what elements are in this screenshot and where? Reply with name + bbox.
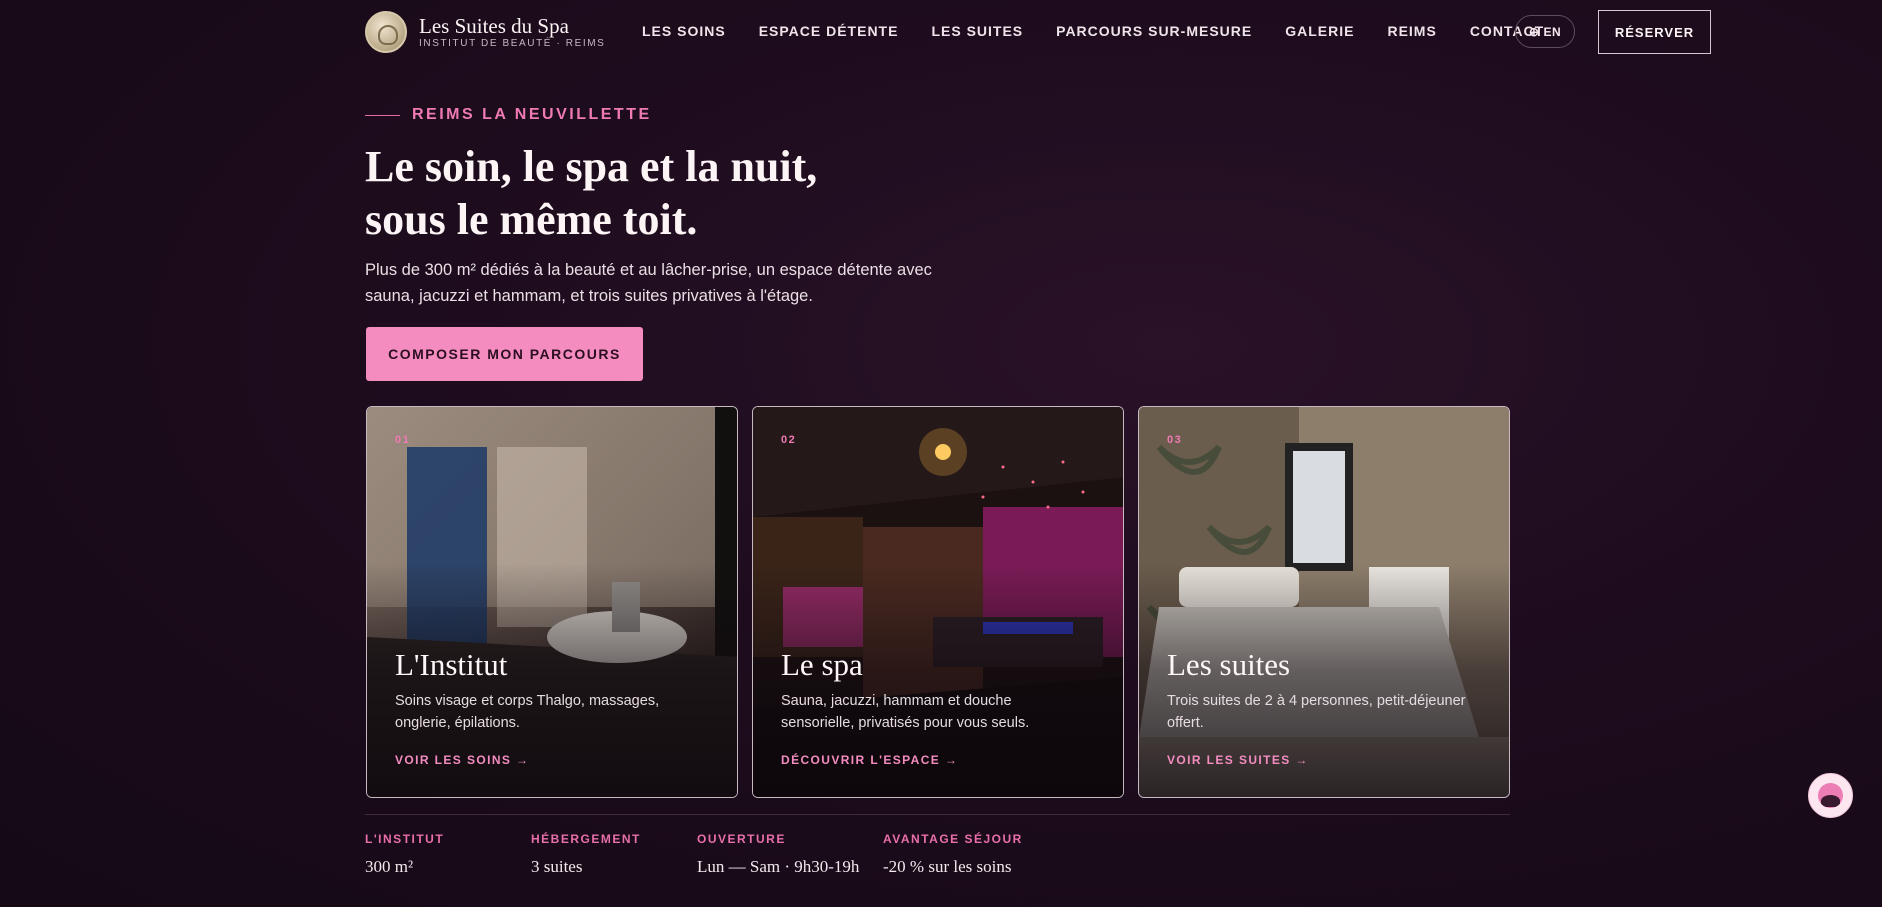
- stat-value: -20 % sur les soins: [883, 857, 1012, 876]
- nav-item-parcours-sur-mesure[interactable]: PARCOURS SUR-MESURE: [1056, 23, 1252, 39]
- eyebrow-line: [365, 114, 400, 116]
- card-description: Trois suites de 2 à 4 personnes, petit-d…: [1167, 693, 1466, 731]
- card-number: 01: [395, 434, 411, 446]
- brand-logo[interactable]: Les Suites du Spa INSTITUT DE BEAUTÉ · R…: [365, 11, 605, 53]
- card-institut[interactable]: 01 L'Institut Soins visage et corps Thal…: [366, 406, 738, 798]
- card-spa[interactable]: 02 Le spa Sauna, jacuzzi, hammam et douc…: [752, 406, 1124, 798]
- eyebrow-text: REIMS LA NEUVILLETTE: [412, 106, 652, 123]
- hero-eyebrow: REIMS LA NEUVILLETTE: [365, 106, 652, 124]
- language-label: EN: [1543, 24, 1562, 39]
- voir-les-soins-link[interactable]: VOIR LES SOINS →: [395, 753, 529, 767]
- reserve-button[interactable]: RÉSERVER: [1598, 10, 1711, 54]
- globe-icon: ⊕: [1528, 24, 1540, 39]
- hero-intro: Plus de 300 m² dédiés à la beauté et au …: [365, 261, 932, 305]
- stat-ouverture: OUVERTURE Lun — Sam · 9h30-19h: [697, 832, 859, 877]
- chat-icon: [1818, 783, 1843, 808]
- card-description: Sauna, jacuzzi, hammam et douche sensori…: [781, 693, 1030, 731]
- stat-label: AVANTAGE SÉJOUR: [883, 832, 1023, 846]
- hero-headline: Le soin, le spa et la nuit, sous le même…: [365, 142, 818, 244]
- card-shade: [1139, 407, 1509, 797]
- card-description: Soins visage et corps Thalgo, massages, …: [395, 693, 660, 731]
- nav-item-galerie[interactable]: GALERIE: [1285, 23, 1354, 39]
- voir-les-suites-link[interactable]: VOIR LES SUITES →: [1167, 753, 1309, 767]
- decouvrir-espace-link[interactable]: DÉCOUVRIR L'ESPACE →: [781, 753, 958, 767]
- top-navigation: Les Suites du Spa INSTITUT DE BEAUTÉ · R…: [0, 0, 1882, 64]
- nav-item-espace-detente[interactable]: ESPACE DÉTENTE: [759, 23, 899, 39]
- brand-title: Les Suites du Spa: [419, 14, 569, 38]
- card-title: Le spa: [781, 647, 863, 682]
- card-number: 02: [781, 434, 797, 446]
- nav-item-les-suites[interactable]: LES SUITES: [931, 23, 1023, 39]
- stat-avantage-sejour: AVANTAGE SÉJOUR -20 % sur les soins: [883, 832, 1023, 877]
- stat-value: Lun — Sam · 9h30-19h: [697, 857, 860, 876]
- chat-button[interactable]: [1808, 773, 1853, 818]
- compose-parcours-button[interactable]: COMPOSER MON PARCOURS: [366, 327, 643, 381]
- stat-value: 300 m²: [365, 857, 414, 876]
- card-suites[interactable]: 03 Les suites Trois suites de 2 à 4 pers…: [1138, 406, 1510, 798]
- card-shade: [753, 407, 1123, 797]
- brand-text: Les Suites du Spa INSTITUT DE BEAUTÉ · R…: [419, 15, 605, 49]
- stat-institut: L'INSTITUT 300 m²: [365, 832, 444, 877]
- stat-hebergement: HÉBERGEMENT 3 suites: [531, 832, 641, 877]
- language-switch-button[interactable]: ⊕ EN: [1515, 15, 1575, 48]
- stats-divider: [365, 814, 1510, 815]
- main-menu: LES SOINS ESPACE DÉTENTE LES SUITES PARC…: [642, 23, 1577, 39]
- nav-item-les-soins[interactable]: LES SOINS: [642, 23, 726, 39]
- stat-value: 3 suites: [531, 857, 583, 876]
- brand-subtitle: INSTITUT DE BEAUTÉ · REIMS: [419, 38, 606, 49]
- card-title: Les suites: [1167, 647, 1291, 682]
- logo-emblem-icon: [365, 11, 407, 53]
- nav-item-reims[interactable]: REIMS: [1387, 23, 1436, 39]
- card-shade: [367, 407, 737, 797]
- stat-label: HÉBERGEMENT: [531, 832, 641, 846]
- card-number: 03: [1167, 434, 1183, 446]
- stat-label: OUVERTURE: [697, 832, 786, 846]
- card-title: L'Institut: [395, 647, 508, 682]
- stat-label: L'INSTITUT: [365, 832, 445, 846]
